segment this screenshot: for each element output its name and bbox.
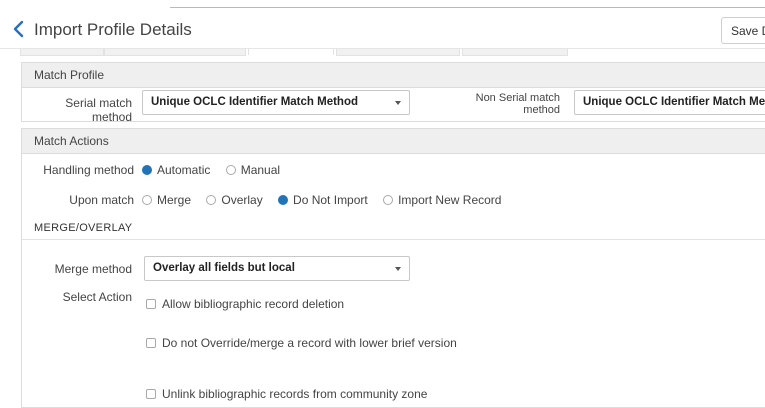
merge-overlay-heading: MERGE/OVERLAY xyxy=(34,222,133,234)
merge-method-label: Merge method xyxy=(54,262,132,276)
page-title: Import Profile Details xyxy=(34,20,192,39)
radio-unselected-icon xyxy=(225,165,236,175)
serial-match-method-select[interactable]: Unique OCLC Identifier Match Method xyxy=(142,90,410,115)
radio-selected-icon xyxy=(278,195,289,205)
radio-unselected-icon xyxy=(206,195,217,205)
chevron-left-icon[interactable] xyxy=(10,18,28,40)
radio-merge[interactable]: Merge xyxy=(142,193,191,207)
tab-strip xyxy=(0,48,765,57)
match-actions-section: Match Actions Handling method Automatic … xyxy=(21,128,765,408)
radio-automatic[interactable]: Automatic xyxy=(142,163,210,177)
radio-unselected-icon xyxy=(383,195,394,205)
radio-unselected-icon xyxy=(142,195,152,205)
non-serial-match-value: Unique OCLC Identifier Match Method xyxy=(583,96,765,108)
divider xyxy=(22,239,765,240)
checkbox-label: Unlink bibliographic records from commun… xyxy=(162,387,428,401)
radio-label: Manual xyxy=(240,163,281,177)
checkbox-unchecked-icon xyxy=(146,389,156,399)
handling-method-label: Handling method xyxy=(43,163,134,177)
radio-do-not-import[interactable]: Do Not Import xyxy=(278,193,368,207)
non-serial-match-label: Non Serial match method xyxy=(452,92,560,116)
select-action-label: Select Action xyxy=(62,290,132,304)
radio-manual[interactable]: Manual xyxy=(225,163,281,177)
checkbox-label: Allow bibliographic record deletion xyxy=(162,297,345,311)
checkbox-do-not-override[interactable]: Do not Override/merge a record with lowe… xyxy=(146,335,457,351)
checkbox-unlink-community-zone[interactable]: Unlink bibliographic records from commun… xyxy=(146,386,427,402)
section-title: Match Profile xyxy=(22,63,765,88)
serial-match-value: Unique OCLC Identifier Match Method xyxy=(151,96,358,108)
tab-5[interactable] xyxy=(462,49,568,56)
non-serial-label-line2: method xyxy=(523,104,560,116)
merge-method-value: Overlay all fields but local xyxy=(153,262,295,274)
tab-1[interactable] xyxy=(20,49,104,56)
tab-2[interactable] xyxy=(104,49,246,56)
section-title: Match Actions xyxy=(22,129,765,154)
checkbox-allow-deletion[interactable]: Allow bibliographic record deletion xyxy=(146,296,344,312)
handling-method-radio-group: Automatic Manual xyxy=(142,163,292,179)
radio-label: Import New Record xyxy=(398,193,502,207)
radio-selected-icon xyxy=(142,165,152,175)
radio-label: Overlay xyxy=(221,193,263,207)
tab-4[interactable] xyxy=(336,49,460,56)
radio-overlay[interactable]: Overlay xyxy=(206,193,263,207)
checkbox-label: Do not Override/merge a record with lowe… xyxy=(162,336,457,350)
chevron-down-icon xyxy=(395,101,401,105)
save-draft-button[interactable]: Save Dr xyxy=(721,17,765,44)
checkbox-unchecked-icon xyxy=(146,338,156,348)
radio-label: Automatic xyxy=(157,163,211,177)
upon-match-radio-group: Merge Overlay Do Not Import Import New R… xyxy=(142,193,513,209)
chevron-down-icon xyxy=(395,267,401,271)
checkbox-unchecked-icon xyxy=(146,299,156,309)
upon-match-label: Upon match xyxy=(69,193,134,207)
non-serial-label-line1: Non Serial match xyxy=(475,92,560,104)
radio-import-new-record[interactable]: Import New Record xyxy=(383,193,501,207)
page-header: Import Profile Details Save Dr xyxy=(0,8,765,48)
radio-label: Merge xyxy=(157,193,192,207)
tab-3[interactable] xyxy=(248,49,334,55)
match-profile-section: Match Profile Serial match method Unique… xyxy=(21,62,765,124)
serial-match-label: Serial match method xyxy=(65,96,132,124)
radio-label: Do Not Import xyxy=(293,193,368,207)
non-serial-match-method-select[interactable]: Unique OCLC Identifier Match Method xyxy=(574,90,765,115)
merge-method-select[interactable]: Overlay all fields but local xyxy=(144,256,410,281)
